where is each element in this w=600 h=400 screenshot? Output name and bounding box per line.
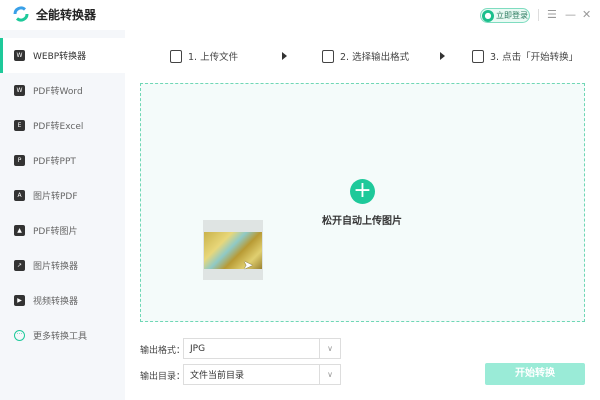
dir-value: 文件当前目录 [190, 368, 244, 381]
app-title: 全能转换器 [12, 5, 96, 23]
sidebar-item[interactable]: ··· 更多转换工具 [0, 318, 125, 353]
tool-icon: E [14, 120, 25, 131]
sidebar-item-label: PDF转PPT [33, 154, 76, 167]
tool-icon: ▶ [14, 295, 25, 306]
sidebar-item-label: 更多转换工具 [33, 329, 87, 342]
arrow-right-icon [440, 52, 445, 60]
menu-icon[interactable]: ☰ [547, 8, 557, 21]
upload-icon [170, 50, 182, 63]
dir-select[interactable]: 文件当前目录 ∨ [183, 364, 341, 385]
tool-icon: W [14, 50, 25, 61]
checklist-icon [322, 50, 334, 63]
app-title-text: 全能转换器 [36, 6, 96, 23]
tool-icon: P [14, 155, 25, 166]
divider [538, 9, 539, 21]
sidebar-item[interactable]: ↗ 图片转换器 [0, 248, 125, 283]
sidebar-item-label: 图片转PDF [33, 189, 78, 202]
dir-label: 输出目录： [140, 369, 185, 382]
minimize-icon[interactable]: — [565, 8, 576, 21]
user-icon: ● [482, 10, 494, 22]
format-label: 输出格式： [140, 343, 185, 356]
arrow-right-icon [282, 52, 287, 60]
cursor-icon: ➤ [243, 258, 253, 272]
tool-icon: W [14, 85, 25, 96]
step-label: 1. 上传文件 [188, 49, 238, 63]
step-label: 3. 点击「开始转换」 [490, 49, 578, 63]
sidebar-item[interactable]: A 图片转PDF [0, 178, 125, 213]
tool-icon: ↗ [14, 260, 25, 271]
sidebar-item[interactable]: W PDF转Word [0, 73, 125, 108]
step-label: 2. 选择输出格式 [340, 49, 409, 63]
format-select[interactable]: JPG ∨ [183, 338, 341, 359]
step-convert: 3. 点击「开始转换」 [472, 49, 578, 63]
chevron-down-icon[interactable]: ∨ [319, 339, 340, 358]
sidebar-item-label: PDF转图片 [33, 224, 78, 237]
tool-icon: A [14, 190, 25, 201]
sidebar-item-label: PDF转Excel [33, 119, 83, 132]
sidebar-item-label: 视频转换器 [33, 294, 78, 307]
sidebar-item-label: WEBP转换器 [33, 49, 86, 62]
chevron-down-icon[interactable]: ∨ [319, 365, 340, 384]
sidebar-item[interactable]: ▶ 视频转换器 [0, 283, 125, 318]
sidebar-item[interactable]: E PDF转Excel [0, 108, 125, 143]
sidebar-item[interactable]: P PDF转PPT [0, 143, 125, 178]
close-icon[interactable]: ✕ [582, 8, 591, 21]
format-value: JPG [190, 344, 205, 354]
tool-icon: ··· [14, 330, 25, 341]
step-upload: 1. 上传文件 [170, 49, 238, 63]
sidebar-item-label: 图片转换器 [33, 259, 78, 272]
login-button[interactable]: ●立即登录 [480, 8, 530, 23]
app-logo-icon [12, 5, 30, 23]
add-file-button[interactable]: + [350, 179, 375, 204]
step-format: 2. 选择输出格式 [322, 49, 409, 63]
drop-hint: 松开自动上传图片 [300, 212, 424, 227]
login-label: 立即登录 [496, 10, 528, 21]
tool-icon: ▲ [14, 225, 25, 236]
dragged-image-thumbnail [203, 220, 263, 280]
sidebar-item[interactable]: W WEBP转换器 [0, 38, 125, 73]
sidebar-item-label: PDF转Word [33, 84, 83, 97]
convert-icon [472, 50, 484, 63]
start-convert-button[interactable]: 开始转换 [485, 363, 585, 385]
sidebar-item[interactable]: ▲ PDF转图片 [0, 213, 125, 248]
